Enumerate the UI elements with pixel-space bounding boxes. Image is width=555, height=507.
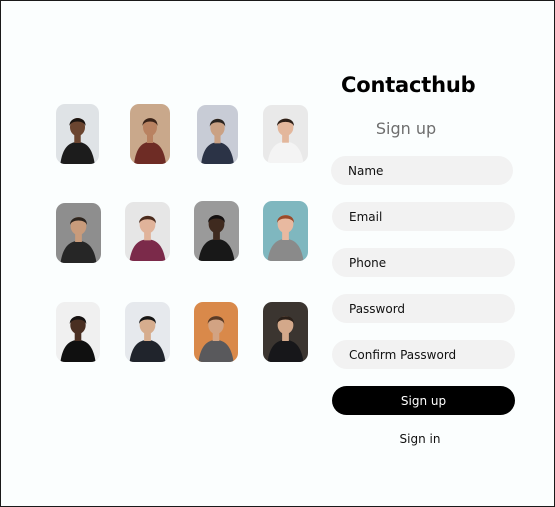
contact-photo — [56, 302, 100, 362]
contact-photo — [194, 201, 239, 261]
contact-photo — [125, 302, 170, 362]
person-portrait-icon — [125, 202, 170, 261]
person-portrait-icon — [130, 104, 170, 164]
email-field[interactable] — [332, 202, 515, 231]
person-portrait-icon — [263, 302, 308, 362]
person-portrait-icon — [194, 201, 239, 261]
contact-photo — [56, 203, 101, 263]
person-portrait-icon — [56, 203, 101, 263]
phone-field[interactable] — [332, 248, 515, 277]
contact-photo — [125, 202, 170, 261]
contact-photo — [197, 105, 238, 164]
person-portrait-icon — [56, 302, 100, 362]
password-field[interactable] — [332, 294, 515, 323]
contact-photo — [56, 104, 99, 164]
contact-photo — [263, 105, 308, 163]
person-portrait-icon — [194, 302, 238, 362]
sign-in-link[interactable]: Sign in — [375, 432, 465, 446]
sign-up-button[interactable]: Sign up — [332, 386, 515, 415]
contact-photo — [130, 104, 170, 164]
person-portrait-icon — [125, 302, 170, 362]
app-title: Contacthub — [341, 73, 476, 97]
person-portrait-icon — [56, 104, 99, 164]
contact-photo — [263, 302, 308, 362]
person-portrait-icon — [263, 105, 308, 163]
app-frame: Contacthub Sign up Sign up Sign in — [0, 0, 555, 507]
person-portrait-icon — [197, 105, 238, 164]
form-title: Sign up — [375, 119, 437, 138]
contact-photo — [263, 201, 308, 261]
contact-photo — [194, 302, 238, 362]
person-portrait-icon — [263, 201, 308, 261]
confirm-password-field[interactable] — [332, 340, 515, 369]
name-field[interactable] — [331, 156, 513, 185]
